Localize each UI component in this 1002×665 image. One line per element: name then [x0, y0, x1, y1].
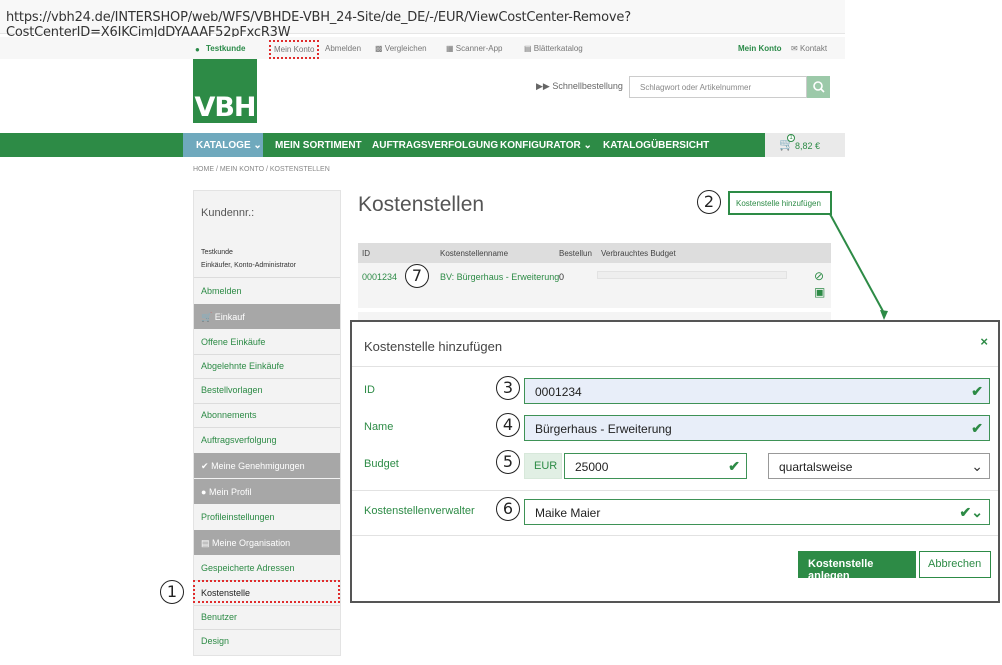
callout-2: 2: [697, 190, 721, 214]
callout-3: 3: [496, 376, 520, 400]
callout-5: 5: [496, 450, 520, 474]
callout-4: 4: [496, 413, 520, 437]
callout-7: 7: [405, 264, 429, 288]
annotation-arrow: [829, 213, 888, 320]
callout-6: 6: [496, 497, 520, 521]
callout-1: 1: [160, 580, 184, 604]
